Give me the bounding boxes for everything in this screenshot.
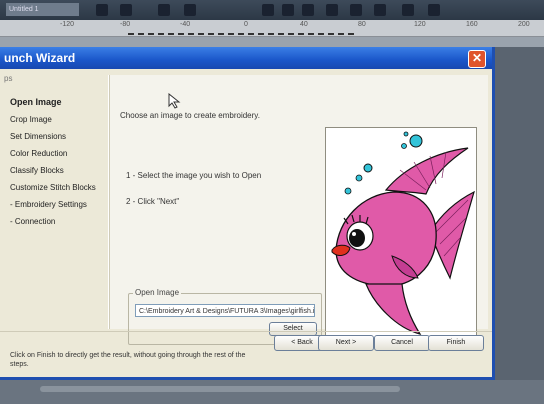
document-field[interactable]: Untitled 1 bbox=[6, 3, 79, 16]
ruler-label: 40 bbox=[300, 21, 308, 28]
bubble-icon bbox=[401, 143, 407, 149]
mouse-cursor-icon bbox=[168, 93, 181, 109]
pin-tool-icon[interactable] bbox=[262, 4, 274, 16]
step-customize-stitch-blocks[interactable]: Customize Stitch Blocks bbox=[10, 183, 96, 192]
dialog-title: unch Wizard bbox=[4, 51, 76, 65]
image-tool-icon[interactable] bbox=[158, 4, 170, 16]
ruler-label: 0 bbox=[244, 21, 248, 28]
line-tool-icon[interactable] bbox=[282, 4, 294, 16]
cancel-button[interactable]: Cancel bbox=[374, 335, 430, 351]
ruler-label: -120 bbox=[60, 21, 75, 28]
step-open-image[interactable]: Open Image bbox=[10, 97, 62, 107]
intro-text: Choose an image to create embroidery. bbox=[120, 111, 260, 120]
bubble-icon bbox=[409, 134, 423, 148]
punch-wizard-dialog: unch Wizard ✕ ps Open Image Crop Image S… bbox=[0, 47, 495, 380]
dialog-titlebar[interactable]: unch Wizard ✕ bbox=[0, 47, 492, 69]
top-fin bbox=[384, 147, 469, 195]
zoom-tool-icon[interactable] bbox=[120, 4, 132, 16]
heart-tool-icon[interactable] bbox=[350, 4, 362, 16]
step-set-dimensions[interactable]: Set Dimensions bbox=[10, 132, 66, 141]
open-image-legend: Open Image bbox=[133, 288, 182, 297]
horizontal-scrollbar[interactable] bbox=[40, 386, 400, 392]
bubble-icon bbox=[403, 131, 409, 137]
pointer-tool-icon[interactable] bbox=[96, 4, 108, 16]
select-button[interactable]: Select bbox=[269, 322, 317, 336]
bottom-fin bbox=[365, 283, 422, 335]
step-classify-blocks[interactable]: Classify Blocks bbox=[10, 166, 64, 175]
finish-hint: Click on Finish to directly get the resu… bbox=[10, 352, 246, 368]
image-path-field[interactable]: C:\Embroidery Art & Designs\FUTURA 3\Ima… bbox=[135, 304, 315, 317]
step-color-reduction[interactable]: Color Reduction bbox=[10, 149, 67, 158]
image-preview bbox=[325, 127, 477, 347]
instruction-2: 2 - Click "Next" bbox=[126, 197, 180, 206]
girlfish-image bbox=[331, 131, 475, 335]
bottom-area bbox=[0, 380, 544, 404]
footer-divider bbox=[0, 331, 492, 332]
ruler-label: 120 bbox=[414, 21, 426, 28]
needle-tool-icon[interactable] bbox=[374, 4, 386, 16]
ruler-label: 200 bbox=[518, 21, 530, 28]
ruler-label: 160 bbox=[466, 21, 478, 28]
step-embroidery-settings[interactable]: - Embroidery Settings bbox=[10, 200, 87, 209]
finish-button[interactable]: Finish bbox=[428, 335, 484, 351]
steps-list: Open Image Crop Image Set Dimensions Col… bbox=[0, 73, 108, 331]
canvas-area bbox=[0, 37, 544, 47]
selection-marker bbox=[128, 33, 354, 35]
step-crop-image[interactable]: Crop Image bbox=[10, 115, 52, 124]
step-connection[interactable]: - Connection bbox=[10, 217, 55, 226]
frame-tool-icon[interactable] bbox=[402, 4, 414, 16]
bubble-icon bbox=[363, 163, 373, 173]
instruction-1: 1 - Select the image you wish to Open bbox=[126, 171, 262, 180]
fill-tool-icon[interactable] bbox=[302, 4, 314, 16]
close-icon: ✕ bbox=[471, 51, 483, 65]
ruler-label: -80 bbox=[120, 21, 131, 28]
horizontal-ruler: -120 -80 -40 0 40 80 120 160 200 bbox=[0, 20, 544, 37]
ruler-label: -40 bbox=[180, 21, 191, 28]
ruler-label: 80 bbox=[358, 21, 366, 28]
close-button[interactable]: ✕ bbox=[468, 50, 486, 68]
stitch-tool-icon[interactable] bbox=[326, 4, 338, 16]
grid-tool-icon[interactable] bbox=[184, 4, 196, 16]
next-button[interactable]: Next > bbox=[318, 335, 374, 351]
bubble-icon bbox=[355, 174, 363, 182]
bubble-icon bbox=[344, 187, 352, 195]
layout-tool-icon[interactable] bbox=[428, 4, 440, 16]
top-toolbar: Untitled 1 bbox=[0, 0, 544, 20]
